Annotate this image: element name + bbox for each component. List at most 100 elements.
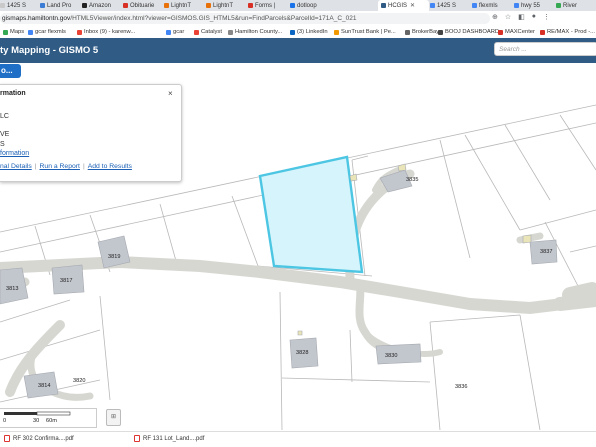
- scale-label: 60m: [46, 418, 57, 424]
- address-line: VE: [0, 131, 10, 138]
- tab-label: flexmls: [479, 2, 498, 9]
- browser-tab[interactable]: LightnT: [206, 0, 246, 11]
- tab-favicon: [290, 3, 295, 8]
- run-report-link[interactable]: Run a Report: [40, 163, 80, 170]
- browser-tab[interactable]: dotloop: [290, 0, 330, 11]
- url-host: gismaps.hamiltontn.gov: [2, 15, 71, 22]
- address-label: 3837: [540, 249, 552, 255]
- bookmark-label: Catalyst: [201, 29, 222, 35]
- bookmark-item[interactable]: RE/MAX - Prod -...: [540, 27, 595, 37]
- add-to-results-link[interactable]: Add to Results: [88, 163, 132, 170]
- tab-favicon: [430, 3, 435, 8]
- download-filename: RF 302 Confirma....pdf: [13, 435, 74, 442]
- address-label: 3828: [296, 350, 308, 356]
- bookmark-label: (3) LinkedIn: [297, 29, 328, 35]
- close-icon[interactable]: ×: [168, 89, 173, 98]
- browser-tab[interactable]: hwy 55: [514, 0, 554, 11]
- bookmark-label: Maps: [10, 29, 25, 35]
- address-bar: gismaps.hamiltontn.gov/HTML5Viewer/index…: [0, 11, 596, 27]
- tab-favicon: [381, 3, 386, 8]
- bookmark-item[interactable]: Catalyst: [194, 27, 222, 37]
- browser-tab[interactable]: 1425 S: [430, 0, 470, 11]
- bookmark-favicon: [438, 29, 443, 35]
- bookmark-favicon: [228, 29, 233, 35]
- browser-tab-bar: 1425 S Land Pro Amazon Obituarie LightnT…: [0, 0, 596, 11]
- bookmark-item[interactable]: Hamilton County...: [228, 27, 282, 37]
- address-label: 3819: [108, 254, 120, 260]
- browser-tab[interactable]: Obituarie: [123, 0, 163, 11]
- url-field[interactable]: gismaps.hamiltontn.gov/HTML5Viewer/index…: [0, 13, 490, 24]
- bookmark-favicon: [405, 29, 410, 35]
- bookmark-favicon: [290, 29, 295, 35]
- separator: |: [34, 163, 37, 170]
- browser-tab-active[interactable]: HCGIS ✕: [378, 0, 429, 11]
- additional-details-link[interactable]: nal Details: [0, 163, 32, 170]
- bookmark-item[interactable]: (3) LinkedIn: [290, 27, 328, 37]
- address-label: 3814: [38, 383, 50, 389]
- bookmark-favicon: [3, 29, 8, 35]
- download-item[interactable]: RF 302 Confirma....pdf: [4, 435, 74, 442]
- bookmark-item[interactable]: SunTrust Bank | Pe...: [334, 27, 396, 37]
- bookmark-label: BOOJ DASHBOARD: [445, 29, 500, 35]
- bookmark-favicon: [498, 29, 503, 35]
- browser-tab[interactable]: flexmls: [472, 0, 512, 11]
- tab-label: HCGIS: [388, 2, 408, 9]
- gismo-menu-button[interactable]: o...: [0, 64, 21, 78]
- bookmark-favicon: [194, 29, 199, 35]
- bookmark-item[interactable]: gcar flexmls: [28, 27, 66, 37]
- tab-favicon: [248, 3, 253, 8]
- browser-tab[interactable]: Forms |: [248, 0, 288, 11]
- bookmark-favicon: [540, 29, 545, 35]
- bookmark-item[interactable]: MAXCenter: [498, 27, 535, 37]
- bookmark-label: Hamilton County...: [235, 29, 283, 35]
- map-tool-icon[interactable]: ⊞: [106, 409, 121, 426]
- tab-label: Obituarie: [130, 2, 155, 9]
- browser-tab[interactable]: 1425 S: [0, 0, 42, 11]
- tab-label: Land Pro: [47, 2, 72, 9]
- pdf-icon: [4, 435, 10, 442]
- tab-favicon: [0, 3, 5, 8]
- downloads-bar: RF 302 Confirma....pdf RF 131 Lot_Land..…: [0, 431, 596, 447]
- close-tab-icon[interactable]: ✕: [410, 2, 415, 9]
- tab-label: 1425 S: [7, 2, 27, 9]
- app-title: ty Mapping - GISMO 5: [0, 45, 99, 56]
- tab-favicon: [123, 3, 128, 8]
- bookmark-favicon: [334, 29, 339, 35]
- bookmark-item[interactable]: Inbox (9) - karenw...: [77, 27, 135, 37]
- tab-label: Forms |: [255, 2, 276, 9]
- selected-parcel[interactable]: [258, 155, 364, 274]
- tab-label: 1425 S: [437, 2, 457, 9]
- tab-favicon: [40, 3, 45, 8]
- tab-favicon: [164, 3, 169, 8]
- menu-icon[interactable]: ⋮: [543, 13, 550, 21]
- tab-label: hwy 55: [521, 2, 541, 9]
- browser-tab[interactable]: Land Pro: [40, 0, 82, 11]
- parcel-info-panel: rmation × LC VE S formation nal Details |…: [0, 84, 182, 182]
- address-label: 3813: [6, 286, 18, 292]
- more-information-link[interactable]: formation: [0, 150, 29, 157]
- bookmark-item[interactable]: gcar: [166, 27, 184, 37]
- install-icon[interactable]: ⊕: [492, 13, 498, 21]
- panel-title: rmation: [0, 90, 26, 97]
- extension-icon[interactable]: ◧: [518, 13, 525, 21]
- bookmark-item[interactable]: BrokerBay: [405, 27, 439, 37]
- tab-label: dotloop: [297, 2, 317, 9]
- tab-favicon: [206, 3, 211, 8]
- tab-favicon: [82, 3, 87, 8]
- bookmark-item[interactable]: Maps: [3, 27, 24, 37]
- browser-tab[interactable]: River: [556, 0, 596, 11]
- bookmark-label: Inbox (9) - karenw...: [84, 29, 136, 35]
- profile-icon[interactable]: ●: [532, 13, 536, 21]
- bookmark-label: RE/MAX - Prod -...: [547, 29, 595, 35]
- browser-tab[interactable]: LightnT: [164, 0, 204, 11]
- search-input[interactable]: Search ...: [494, 42, 596, 56]
- url-path: /HTML5Viewer/index.html?viewer=GISMOS.GI…: [70, 15, 357, 22]
- tab-favicon: [556, 3, 561, 8]
- tab-label: LightnT: [213, 2, 234, 9]
- download-item[interactable]: RF 131 Lot_Land....pdf: [134, 435, 204, 442]
- address-label: 3836: [455, 384, 467, 390]
- bookmark-star-icon[interactable]: ☆: [505, 13, 511, 21]
- browser-tab[interactable]: Amazon: [82, 0, 122, 11]
- bookmark-item[interactable]: BOOJ DASHBOARD: [438, 27, 499, 37]
- bookmark-label: gcar: [173, 29, 185, 35]
